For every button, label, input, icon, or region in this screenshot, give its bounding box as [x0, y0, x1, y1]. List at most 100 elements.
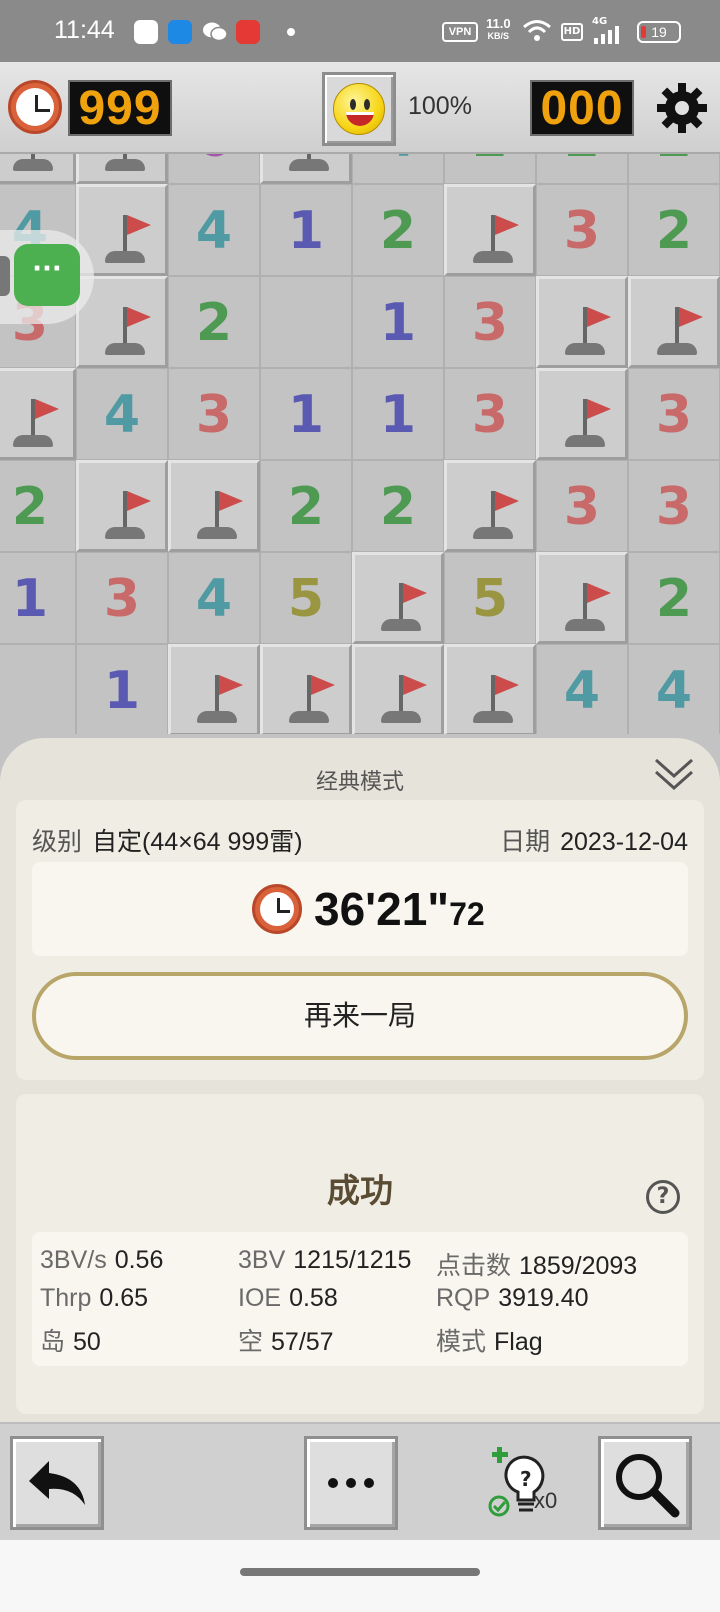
minefield-board[interactable]: 64222441232321343113322233134552144	[0, 154, 720, 734]
smiley-mouth	[346, 112, 374, 126]
game-header: 999 100% 000	[0, 62, 720, 154]
flag-base	[289, 159, 329, 171]
stat-ioe: IOE 0.58	[238, 1284, 338, 1312]
flagged-cell[interactable]	[536, 552, 628, 644]
hint-bulb-icon[interactable]: ?	[484, 1446, 564, 1526]
flagged-cell[interactable]	[628, 276, 720, 368]
number-cell[interactable]: 3	[444, 276, 536, 368]
number-cell[interactable]: 2	[168, 276, 260, 368]
help-icon[interactable]: ?	[646, 1180, 680, 1214]
flag-icon	[587, 307, 611, 327]
stat-openings: 空 57/57	[238, 1328, 334, 1356]
flagged-cell[interactable]	[444, 460, 536, 552]
flagged-cell[interactable]	[536, 276, 628, 368]
flagged-cell[interactable]	[168, 644, 260, 734]
vpn-badge: VPN	[442, 22, 478, 42]
undo-button[interactable]	[10, 1436, 104, 1530]
stat-mode: 模式 Flag	[436, 1328, 543, 1356]
flagged-cell[interactable]	[0, 154, 76, 184]
flagged-cell[interactable]	[76, 154, 168, 184]
collapse-chevron-icon[interactable]	[652, 752, 696, 796]
flag-counter: 000	[530, 80, 634, 136]
number-cell[interactable]: 2	[352, 184, 444, 276]
hint-count: x0	[534, 1488, 558, 1513]
number-cell[interactable]: 4	[168, 552, 260, 644]
flagged-cell[interactable]	[352, 644, 444, 734]
flag-icon	[495, 491, 519, 511]
flag-base	[13, 435, 53, 447]
number-cell[interactable]: 3	[628, 368, 720, 460]
number-cell[interactable]: 5	[444, 552, 536, 644]
play-again-button[interactable]: 再来一局	[32, 972, 688, 1060]
flagged-cell[interactable]	[444, 184, 536, 276]
notification-dot-icon	[287, 28, 295, 36]
number-cell[interactable]: 3	[628, 460, 720, 552]
smiley-eye	[350, 99, 356, 110]
flag-icon	[219, 491, 243, 511]
number-cell[interactable]: 4	[352, 154, 444, 184]
flagged-cell[interactable]	[260, 154, 352, 184]
flagged-cell[interactable]	[536, 368, 628, 460]
smiley-eye	[364, 99, 370, 110]
flagged-cell[interactable]	[0, 368, 76, 460]
flag-base	[105, 343, 145, 355]
floating-chat-bubble[interactable]: ···	[0, 230, 94, 324]
number-cell[interactable]: 2	[628, 552, 720, 644]
flagged-cell[interactable]	[76, 460, 168, 552]
number-cell[interactable]: 2	[628, 184, 720, 276]
more-options-button[interactable]	[304, 1436, 398, 1530]
flagged-cell[interactable]	[168, 460, 260, 552]
flag-icon	[679, 307, 703, 327]
number-cell[interactable]: 6	[168, 154, 260, 184]
undo-arrow-icon	[29, 1461, 85, 1505]
level-label: 级别	[32, 828, 83, 856]
number-cell[interactable]: 3	[76, 552, 168, 644]
number-cell[interactable]: 4	[536, 644, 628, 734]
number-cell[interactable]: 1	[260, 368, 352, 460]
number-cell[interactable]: 4	[168, 184, 260, 276]
number-cell[interactable]: 2	[444, 154, 536, 184]
number-cell[interactable]: 4	[76, 368, 168, 460]
elapsed-time: 36'21"72	[314, 883, 485, 935]
number-cell[interactable]: 2	[628, 154, 720, 184]
flag-icon	[587, 399, 611, 419]
number-cell[interactable]: 1	[260, 184, 352, 276]
restart-smiley-button[interactable]	[322, 72, 396, 146]
flagged-cell[interactable]	[444, 644, 536, 734]
flagged-cell[interactable]	[260, 644, 352, 734]
number-cell[interactable]: 1	[352, 368, 444, 460]
number-cell[interactable]: 2	[260, 460, 352, 552]
number-cell[interactable]: 5	[260, 552, 352, 644]
result-panel: 经典模式 级别 自定(44×64 999雷) 日期 2023-12-04 36'21…	[0, 738, 720, 1422]
number-cell[interactable]: 2	[536, 154, 628, 184]
number-cell[interactable]: 3	[536, 460, 628, 552]
empty-cell[interactable]	[260, 276, 352, 368]
progress-percent: 100%	[408, 92, 472, 120]
number-cell[interactable]: 2	[352, 460, 444, 552]
flag-base	[473, 527, 513, 539]
network-speed: 11.0 KB/S	[486, 16, 511, 41]
flagged-cell[interactable]	[352, 552, 444, 644]
flag-icon	[495, 675, 519, 695]
flag-base	[197, 711, 237, 723]
drag-handle[interactable]	[0, 256, 10, 296]
home-gesture-bar[interactable]	[240, 1568, 480, 1576]
number-cell[interactable]: 4	[628, 644, 720, 734]
search-button[interactable]	[598, 1436, 692, 1530]
flag-icon	[495, 215, 519, 235]
number-cell[interactable]: 3	[168, 368, 260, 460]
number-cell[interactable]: 3	[444, 368, 536, 460]
result-status: 成功	[327, 1171, 393, 1210]
number-cell[interactable]: 1	[0, 552, 76, 644]
number-cell[interactable]: 3	[536, 184, 628, 276]
flag-icon	[35, 399, 59, 419]
empty-cell[interactable]	[0, 644, 76, 734]
red-app-icon	[236, 20, 260, 44]
number-cell[interactable]: 2	[0, 460, 76, 552]
number-cell[interactable]: 1	[76, 644, 168, 734]
number-cell[interactable]: 1	[352, 276, 444, 368]
settings-gear-icon[interactable]	[654, 80, 710, 136]
status-time: 11:44	[54, 16, 115, 44]
flag-base	[105, 159, 145, 171]
flag-base	[105, 527, 145, 539]
